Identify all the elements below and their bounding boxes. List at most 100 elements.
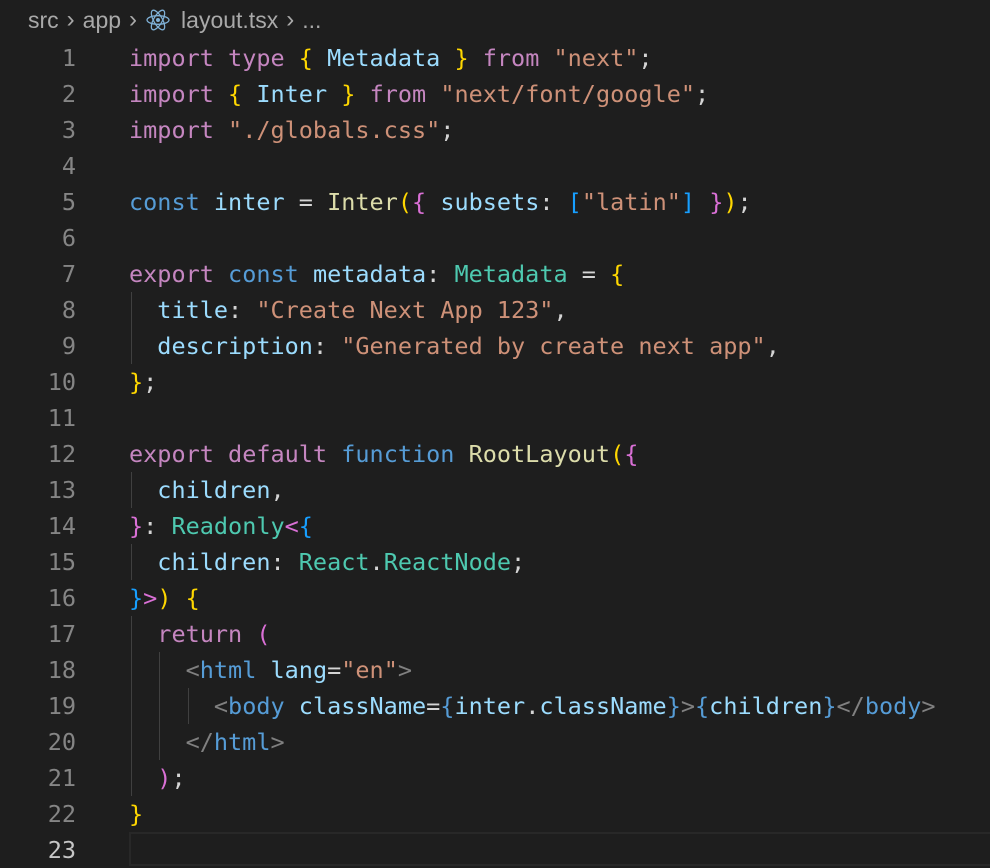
code-token: } [129, 584, 144, 612]
code-line[interactable]: 5 const inter = Inter({ subsets: ["latin"… [0, 184, 990, 220]
code-token: = [327, 656, 342, 684]
breadcrumb-src[interactable]: src [28, 7, 59, 34]
code-line[interactable]: 10}; [0, 364, 990, 400]
code-line[interactable]: 16}>) { [0, 580, 990, 616]
line-number: 1 [61, 44, 76, 72]
code-line[interactable]: 17 return ( [0, 616, 990, 652]
code-token: Readonly [171, 512, 285, 540]
line-number: 12 [47, 440, 76, 468]
code-line[interactable]: 9 description: "Generated by create next… [0, 328, 990, 364]
code-line[interactable]: 2 import { Inter } from "next/font/google… [0, 76, 990, 112]
code-text: title: "Create Next App 123", [129, 292, 567, 328]
code-token: className [298, 692, 427, 720]
code-line[interactable]: 15 children: React.ReactNode; [0, 544, 990, 580]
line-number: 21 [47, 764, 76, 792]
code-token: : [143, 512, 172, 540]
code-token: { [624, 440, 639, 468]
code-line[interactable]: 18 <html lang="en"> [0, 652, 990, 688]
code-token: ] [680, 188, 696, 216]
code-text: <body className={inter.className}>{child… [129, 688, 936, 724]
code-token: const [228, 260, 299, 288]
code-text: const inter = Inter({ subsets: ["latin"]… [129, 184, 752, 220]
breadcrumb-app[interactable]: app [83, 7, 121, 34]
code-text: }>) { [129, 580, 200, 616]
line-number: 5 [61, 188, 76, 216]
code-token: Metadata [327, 44, 441, 72]
code-text: export const metadata: Metadata = { [129, 256, 624, 292]
code-token: , [765, 332, 780, 360]
code-text: description: "Generated by create next a… [129, 328, 780, 364]
code-token: "en" [341, 656, 398, 684]
code-token: Metadata [454, 260, 568, 288]
code-line[interactable]: 21 ); [0, 760, 990, 796]
code-token: ; [638, 44, 653, 72]
code-token: { [610, 260, 625, 288]
code-line[interactable]: 13 children, [0, 472, 990, 508]
code-text: export default function RootLayout({ [129, 436, 638, 472]
code-token: ; [171, 764, 186, 792]
code-line[interactable]: 7 export const metadata: Metadata = { [0, 256, 990, 292]
code-token: body [228, 692, 285, 720]
code-token: ( [610, 440, 625, 468]
code-token: < [213, 692, 229, 720]
chevron-right-icon: › [129, 6, 138, 33]
code-token: [ [567, 188, 582, 216]
code-token: } [341, 80, 356, 108]
code-token: export [129, 260, 214, 288]
code-text: }: Readonly<{ [129, 508, 313, 544]
line-number: 3 [61, 116, 76, 144]
chevron-right-icon: › [66, 6, 75, 33]
code-line[interactable]: 1 import type { Metadata } from "next"; [0, 40, 990, 76]
code-token: : [228, 296, 257, 324]
code-token: ; [695, 80, 710, 108]
breadcrumb-file[interactable]: layout.tsx [181, 7, 278, 34]
code-token: = [426, 692, 441, 720]
code-line[interactable]: 3 import "./globals.css"; [0, 112, 990, 148]
code-token: inter [213, 188, 285, 216]
code-token: } [709, 188, 724, 216]
code-line[interactable]: 11 [0, 400, 990, 436]
code-line[interactable]: 14}: Readonly<{ [0, 508, 990, 544]
code-token: . [369, 548, 384, 576]
code-token: description [157, 332, 313, 360]
code-text: }; [129, 364, 157, 400]
code-token: ; [143, 368, 158, 396]
code-token: { [298, 44, 313, 72]
code-line[interactable]: 22} [0, 796, 990, 832]
code-token: { [412, 188, 427, 216]
code-line[interactable]: 8 title: "Create Next App 123", [0, 292, 990, 328]
code-token: html [199, 656, 257, 684]
code-line[interactable]: 4 [0, 148, 990, 184]
code-line[interactable]: 6 [0, 220, 990, 256]
line-number: 23 [47, 836, 76, 864]
code-line[interactable]: 20 </html> [0, 724, 990, 760]
code-line[interactable]: 12 export default function RootLayout({ [0, 436, 990, 472]
code-token: metadata [312, 260, 427, 288]
code-line[interactable]: 23 [0, 832, 990, 868]
code-line[interactable]: 19 <body className={inter.className}>{ch… [0, 688, 990, 724]
code-editor[interactable]: 1 import type { Metadata } from "next"; 2 i… [0, 40, 990, 866]
breadcrumb-more[interactable]: ... [302, 7, 321, 34]
code-token: React [298, 548, 370, 576]
code-token: from [482, 44, 540, 72]
code-token: from [369, 80, 427, 108]
code-token: body [864, 692, 922, 720]
code-token: > [680, 692, 696, 720]
line-number: 18 [47, 656, 76, 684]
